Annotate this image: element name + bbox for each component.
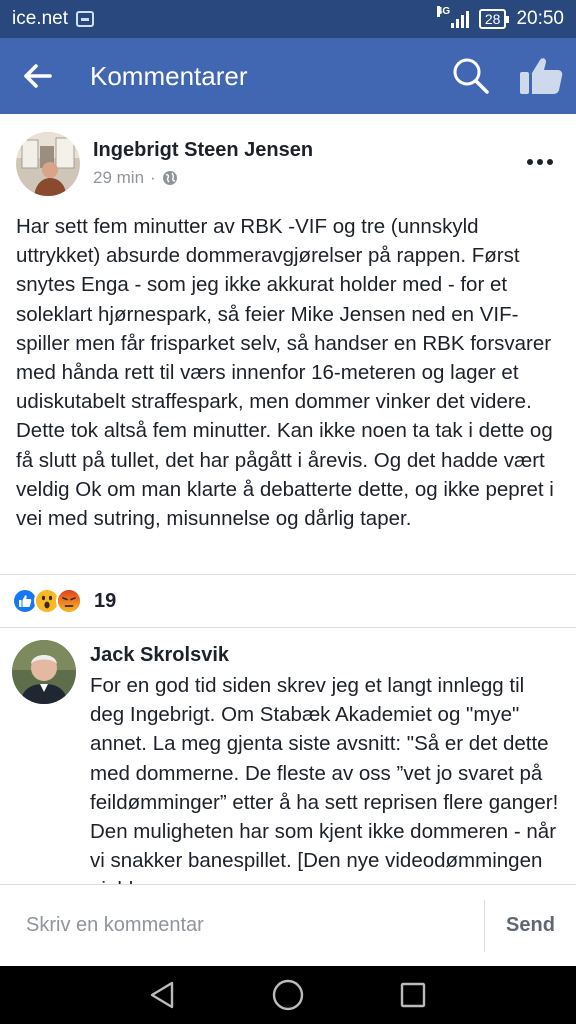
more-dot <box>527 159 533 165</box>
system-nav-bar <box>0 966 576 1024</box>
more-options-button[interactable] <box>520 142 560 182</box>
back-button[interactable] <box>0 38 76 114</box>
clock: 20:50 <box>516 8 564 29</box>
carrier-group: ice.net <box>12 8 94 30</box>
post-author[interactable]: Ingebrigt Steen Jensen <box>93 139 520 162</box>
post-time-row: 29 min · <box>93 168 520 188</box>
post: Ingebrigt Steen Jensen 29 min · Har sett… <box>0 114 576 533</box>
reactions-bar[interactable]: 19 <box>0 574 576 628</box>
app-bar: Kommentarer <box>0 38 576 114</box>
post-header: Ingebrigt Steen Jensen 29 min · <box>0 114 576 210</box>
reaction-count: 19 <box>94 589 117 612</box>
nav-back-button[interactable] <box>143 975 183 1015</box>
more-dot <box>547 159 553 165</box>
triangle-back-icon <box>150 981 173 1009</box>
circle-home-icon <box>272 979 304 1011</box>
author-avatar[interactable] <box>16 132 80 196</box>
signal-icon: 4G <box>436 6 469 28</box>
commenter-avatar[interactable] <box>12 640 76 704</box>
comment-composer: Send <box>0 884 576 966</box>
nav-home-button[interactable] <box>268 975 308 1015</box>
avatar-photo <box>12 640 76 704</box>
post-time[interactable]: 29 min <box>93 168 144 188</box>
notification-icon <box>75 11 94 27</box>
reaction-icons <box>12 588 82 614</box>
avatar-photo <box>16 132 80 196</box>
send-button[interactable]: Send <box>484 899 576 952</box>
thumbs-up-icon <box>520 58 563 94</box>
separator: · <box>150 168 156 187</box>
globe-icon <box>162 171 177 185</box>
page-title: Kommentarer <box>90 60 248 91</box>
post-body: Har sett fem minutter av RBK -VIF og tre… <box>16 215 554 531</box>
more-dot <box>537 159 543 165</box>
network-type: 4G <box>436 6 451 17</box>
search-icon <box>453 58 489 94</box>
carrier-name: ice.net <box>12 8 68 29</box>
comment-text: For en god tid siden skrev jeg et langt … <box>90 674 559 884</box>
battery-icon: 28 <box>478 9 509 29</box>
comment-content: Jack Skrolsvik For en god tid siden skre… <box>90 640 564 884</box>
comment-author[interactable]: Jack Skrolsvik <box>90 644 564 667</box>
angry-reaction-icon <box>56 588 82 614</box>
status-right: 4G 28 20:50 <box>436 6 564 30</box>
battery-level: 28 <box>484 11 501 27</box>
square-recents-icon <box>401 982 426 1008</box>
post-meta: Ingebrigt Steen Jensen 29 min · <box>93 132 520 188</box>
nav-recents-button[interactable] <box>393 975 433 1015</box>
arrow-back-icon <box>24 64 52 88</box>
status-bar: ice.net 4G 28 20:50 <box>0 0 576 38</box>
search-button[interactable] <box>436 38 506 114</box>
comment: Jack Skrolsvik For en god tid siden skre… <box>0 628 576 884</box>
like-page-button[interactable] <box>506 38 576 114</box>
comment-input[interactable] <box>0 895 484 956</box>
